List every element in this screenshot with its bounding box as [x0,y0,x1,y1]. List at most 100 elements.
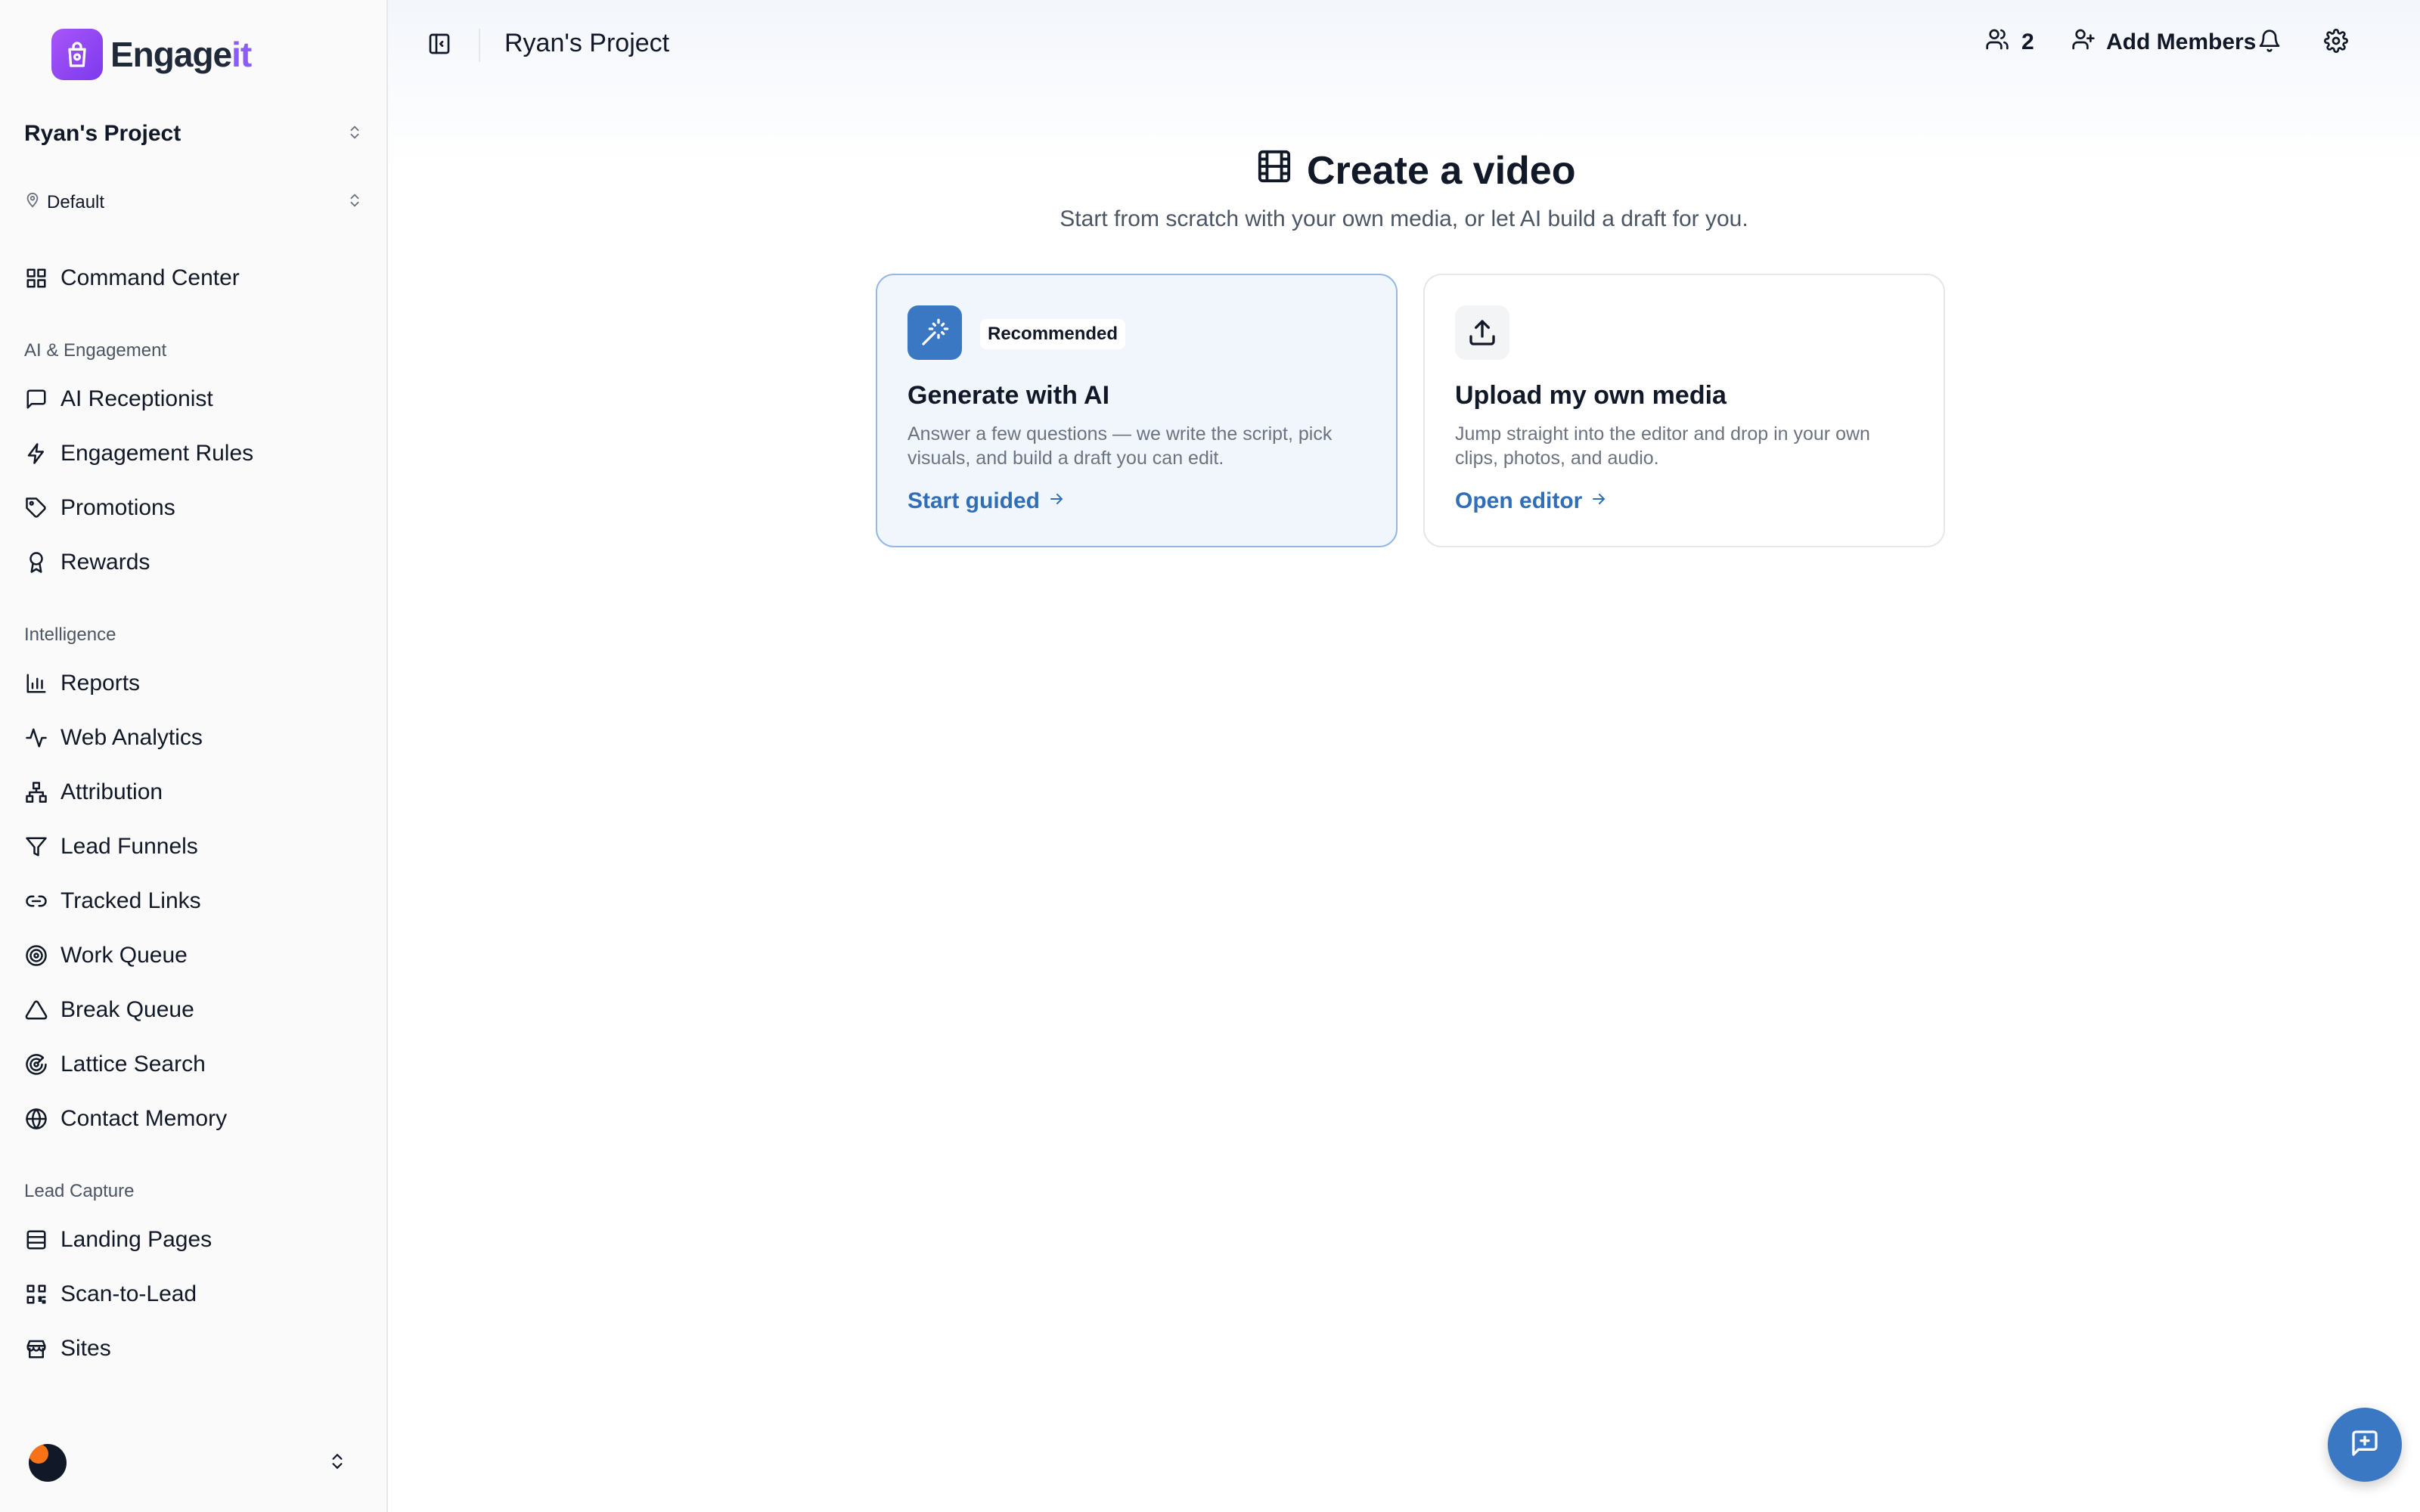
network-icon [24,780,48,804]
brand-logo[interactable]: Engageit [51,29,252,80]
user-menu[interactable] [0,1414,386,1512]
card-title: Upload my own media [1455,381,1727,410]
alert-triangle-icon [24,998,48,1022]
page-title: Ryan's Project [504,29,670,57]
generate-with-ai-card[interactable]: Recommended Generate with AI Answer a fe… [876,274,1398,547]
main-content: Ryan's Project 2 Add Members Create a vi… [388,0,2420,1512]
panel-left-icon [427,32,451,60]
grid-icon [24,266,48,290]
start-guided-link[interactable]: Start guided [908,488,1066,514]
filter-icon [24,835,48,859]
top-bar: Ryan's Project 2 Add Members [388,0,2420,91]
project-selector[interactable]: Ryan's Project [24,115,363,153]
sidebar-item-label: Rewards [60,550,150,575]
sidebar-item-lead-funnels[interactable]: Lead Funnels [24,826,365,868]
gear-icon [2324,29,2348,56]
divider [479,29,480,62]
bolt-icon [24,442,48,466]
avatar [29,1444,67,1482]
sidebar-item-label: Attribution [60,779,163,804]
sidebar-item-label: Lead Funnels [60,834,198,859]
message-icon [24,387,48,411]
sidebar-item-attribution[interactable]: Attribution [24,771,365,813]
sidebar-item-label: Landing Pages [60,1227,213,1252]
sidebar-item-reports[interactable]: Reports [24,662,365,705]
notifications-button[interactable] [2257,29,2282,57]
radar-icon [24,1052,48,1077]
members-button[interactable]: 2 [1985,27,2034,57]
sidebar-item-command-center[interactable]: Command Center [24,257,365,299]
layout-icon [24,1228,48,1252]
add-members-label: Add Members [2106,29,2257,54]
sidebar-item-work-queue[interactable]: Work Queue [24,934,365,977]
page-heading: Create a video [1307,149,1576,193]
card-title: Generate with AI [908,381,1110,410]
chat-button[interactable] [2328,1408,2402,1482]
arrow-right-icon [1590,488,1608,514]
globe-icon [24,1107,48,1131]
sidebar-item-label: Contact Memory [60,1106,228,1131]
users-icon [1985,27,2009,57]
shopping-bag-logo-icon [51,29,103,80]
create-video-heading: Create a video [1257,148,1576,194]
add-members-button[interactable]: Add Members [2071,27,2256,57]
sidebar-item-ai-receptionist[interactable]: AI Receptionist [24,378,365,420]
user-plus-icon [2071,27,2096,57]
sidebar-item-label: Web Analytics [60,725,203,750]
open-editor-link[interactable]: Open editor [1455,488,1608,514]
environment-name: Default [47,192,105,212]
sidebar-item-label: Command Center [60,265,240,290]
sidebar-item-lattice-search[interactable]: Lattice Search [24,1043,365,1086]
activity-icon [24,726,48,750]
section-label-ai-engagement: AI & Engagement [24,340,167,361]
brand-name: Engageit [110,35,252,74]
chevrons-up-down-icon [346,121,363,147]
store-icon [24,1337,48,1361]
sidebar-toggle-button[interactable] [424,30,455,60]
upload-icon [1455,305,1509,360]
sidebar-item-contact-memory[interactable]: Contact Memory [24,1098,365,1140]
sidebar-item-scan-to-lead[interactable]: Scan-to-Lead [24,1273,365,1315]
chevrons-up-down-icon [346,192,363,214]
film-icon [1257,148,1292,194]
sidebar: Engageit Ryan's Project Default Command … [0,0,388,1512]
sidebar-item-break-queue[interactable]: Break Queue [24,989,365,1031]
page-subtitle: Start from scratch with your own media, … [1060,206,1748,231]
section-label-intelligence: Intelligence [24,624,116,645]
sidebar-item-label: Reports [60,671,141,696]
card-description: Jump straight into the editor and drop i… [1455,423,1870,469]
section-label-lead-capture: Lead Capture [24,1181,135,1201]
project-name: Ryan's Project [24,121,182,146]
sidebar-item-web-analytics[interactable]: Web Analytics [24,717,365,759]
sidebar-item-sites[interactable]: Sites [24,1328,365,1370]
magic-wand-icon [908,305,962,360]
sidebar-item-landing-pages[interactable]: Landing Pages [24,1219,365,1261]
chevrons-up-down-icon [327,1452,347,1475]
sidebar-item-promotions[interactable]: Promotions [24,487,365,529]
target-icon [24,943,48,968]
map-pin-icon [24,192,41,214]
member-count: 2 [2021,29,2034,54]
card-description: Answer a few questions — we write the sc… [908,423,1333,469]
sidebar-item-label: AI Receptionist [60,386,213,411]
sidebar-item-engagement-rules[interactable]: Engagement Rules [24,432,365,475]
environment-selector[interactable]: Default [24,187,363,218]
sidebar-item-tracked-links[interactable]: Tracked Links [24,880,365,922]
sidebar-item-label: Tracked Links [60,888,201,913]
upload-media-card[interactable]: Upload my own media Jump straight into t… [1423,274,1945,547]
bell-icon [2257,29,2282,56]
sidebar-item-label: Sites [60,1336,111,1361]
award-icon [24,550,48,575]
settings-button[interactable] [2324,29,2348,57]
qr-code-icon [24,1282,48,1306]
message-plus-icon [2350,1428,2380,1462]
bar-chart-icon [24,671,48,696]
sidebar-item-label: Lattice Search [60,1052,206,1077]
link-icon [24,889,48,913]
sidebar-item-rewards[interactable]: Rewards [24,541,365,584]
sidebar-item-label: Break Queue [60,997,194,1022]
sidebar-item-label: Promotions [60,495,175,520]
sidebar-item-label: Work Queue [60,943,188,968]
sidebar-item-label: Engagement Rules [60,441,254,466]
sidebar-item-label: Scan-to-Lead [60,1281,197,1306]
